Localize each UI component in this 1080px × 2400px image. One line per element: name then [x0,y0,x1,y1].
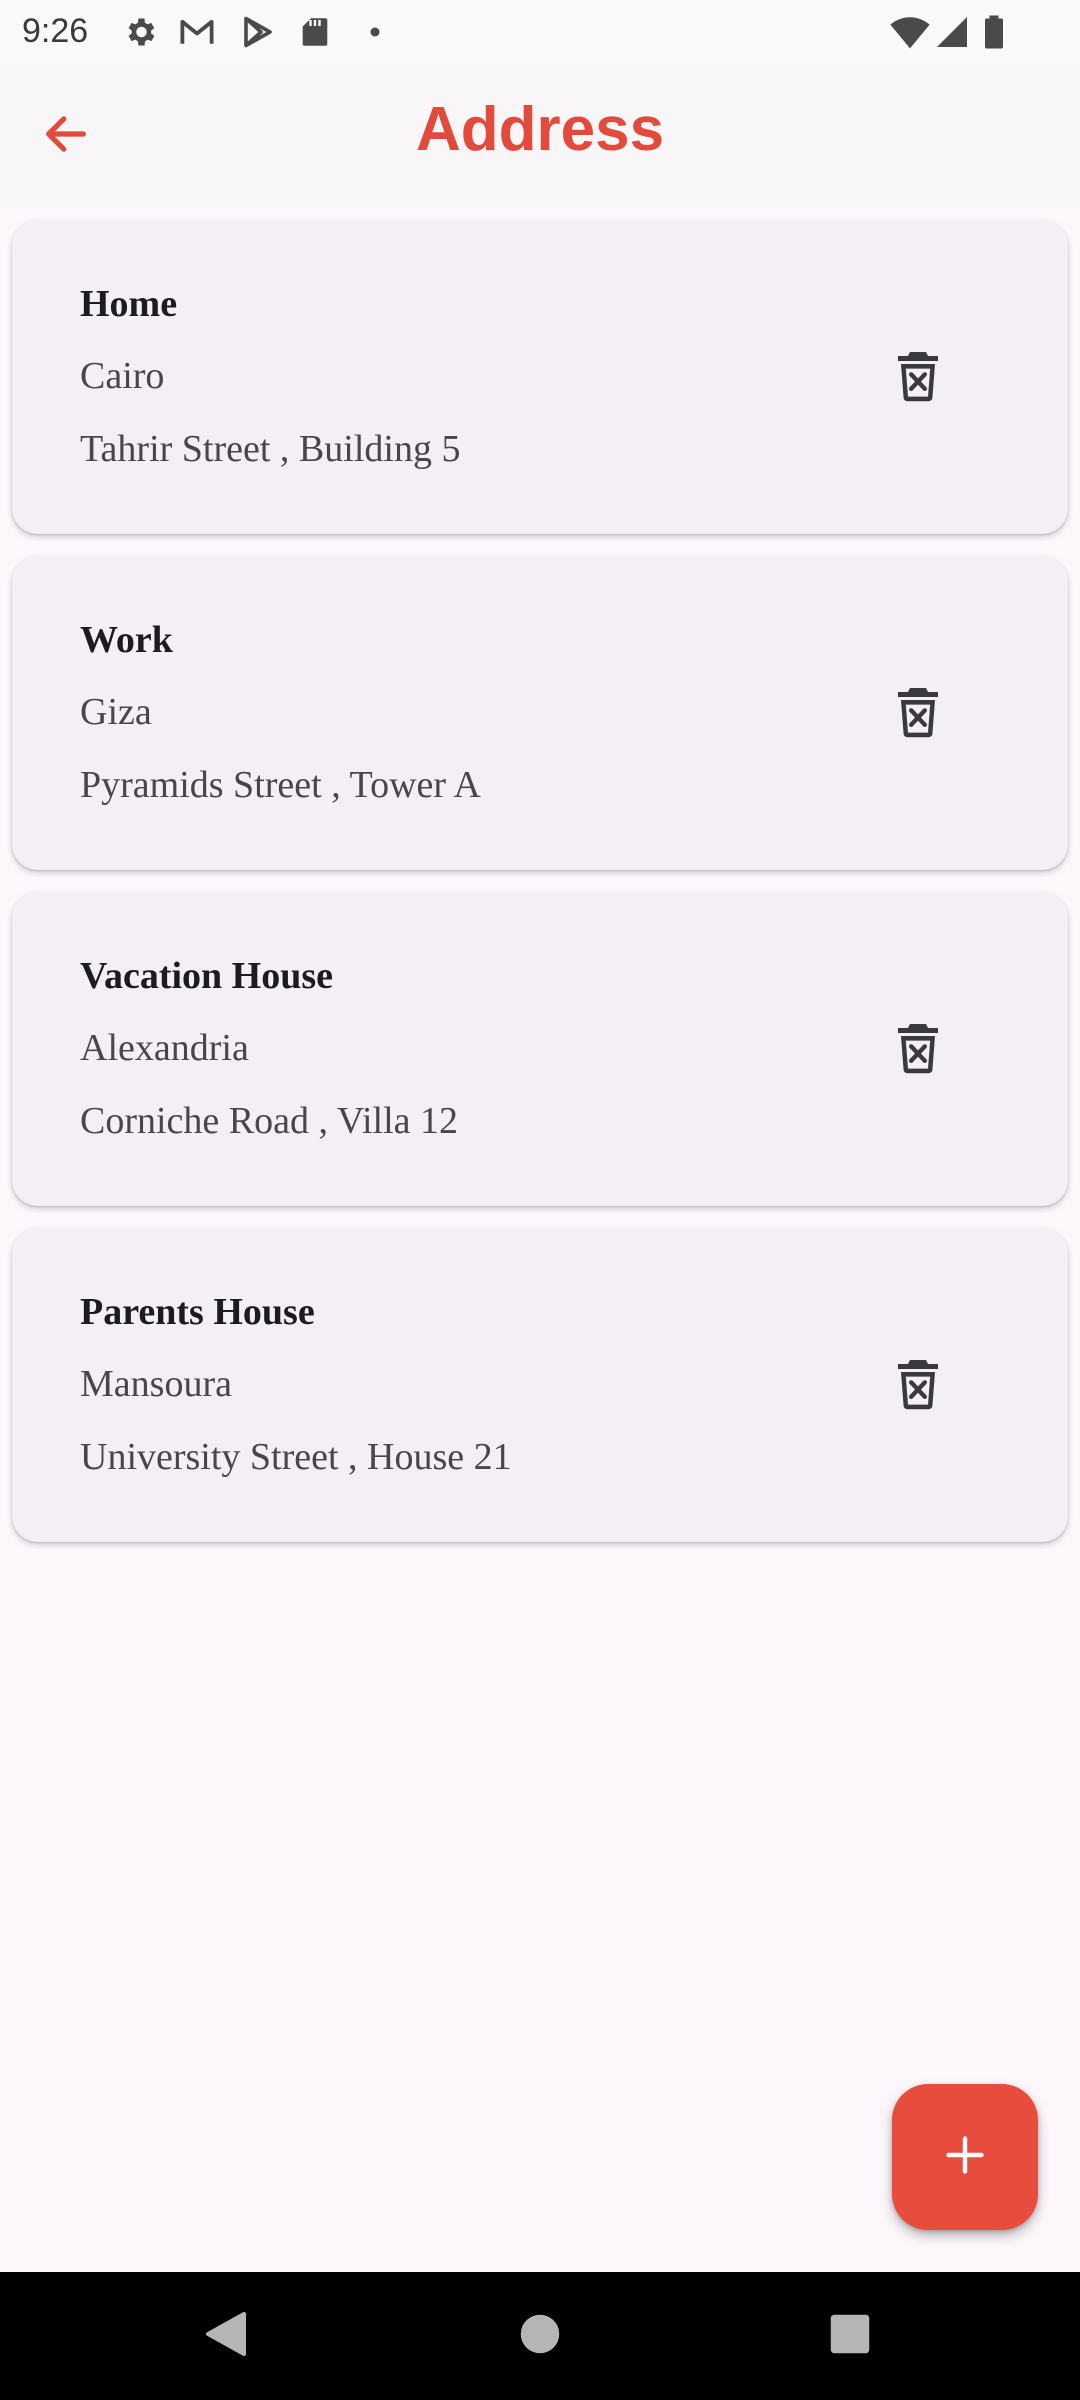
address-title: Vacation House [80,955,334,997]
delete-address-button[interactable] [878,338,958,418]
status-bar: 9:26 [0,0,1080,64]
delete-address-button[interactable] [878,1010,958,1090]
wifi-icon [890,14,930,50]
gmail-icon [178,14,214,50]
nav-home-button[interactable] [504,2300,576,2372]
delete-address-button[interactable] [878,1346,958,1426]
signal-icon [934,14,970,50]
address-city: Mansoura [80,1363,232,1405]
address-card-home[interactable]: Home Cairo Tahrir Street , Building 5 [12,220,1068,534]
gear-icon [122,14,158,50]
home-circle-icon [519,2313,561,2360]
trash-icon [896,686,940,743]
trash-icon [896,1022,940,1079]
address-card-parents-house[interactable]: Parents House Mansoura University Street… [12,1228,1068,1542]
address-card-work[interactable]: Work Giza Pyramids Street , Tower A [12,556,1068,870]
status-time: 9:26 [22,12,89,50]
address-card-vacation-house[interactable]: Vacation House Alexandria Corniche Road … [12,892,1068,1206]
system-nav-bar [0,2272,1080,2400]
address-street: Tahrir Street , Building 5 [80,428,461,470]
address-title: Home [80,283,178,325]
delete-address-button[interactable] [878,674,958,754]
address-title: Work [80,619,173,661]
address-title: Parents House [80,1291,315,1333]
back-triangle-icon [204,2310,248,2363]
address-city: Cairo [80,355,165,397]
app-bar: Address [0,64,1080,208]
address-screen: 9:26 Address Home Cairo Tahrir Street , … [0,0,1080,2400]
nav-recents-button[interactable] [814,2300,886,2372]
address-street: University Street , House 21 [80,1436,512,1478]
battery-icon [980,14,1008,50]
trash-icon [896,1358,940,1415]
plus-icon [943,2133,987,2182]
trash-icon [896,350,940,407]
play-store-icon [240,14,276,50]
sd-card-icon [298,14,334,50]
address-list: Home Cairo Tahrir Street , Building 5 Wo… [12,220,1068,1564]
nav-back-button[interactable] [190,2300,262,2372]
address-street: Corniche Road , Villa 12 [80,1100,459,1142]
recents-square-icon [829,2313,871,2360]
add-address-button[interactable] [892,2084,1038,2230]
address-street: Pyramids Street , Tower A [80,764,481,806]
dot-icon [360,14,396,50]
address-city: Alexandria [80,1027,249,1069]
address-city: Giza [80,691,152,733]
page-title: Address [415,95,665,164]
